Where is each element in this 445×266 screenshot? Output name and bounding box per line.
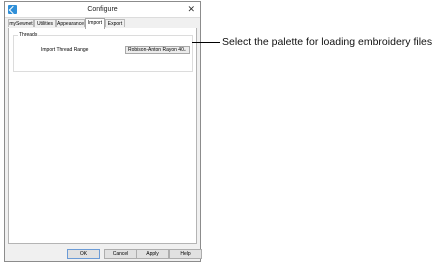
chevron-down-icon[interactable]: ⌄ — [183, 47, 187, 53]
tab-mysewnet[interactable]: mySewnet — [8, 19, 34, 27]
help-button[interactable]: Help — [169, 249, 202, 259]
threads-group: Threads Import Thread Range Robison-Anto… — [13, 32, 193, 72]
import-thread-range-value: Robison-Anton Rayon 40 — [128, 47, 184, 53]
window-title: Configure — [87, 6, 118, 13]
tab-import[interactable]: Import — [85, 18, 105, 29]
ok-button[interactable]: OK — [67, 249, 100, 259]
tab-utilities[interactable]: Utilities — [34, 19, 56, 27]
title-bar: Configure ✕ — [5, 2, 200, 18]
callout-text: Select the palette for loading embroider… — [222, 36, 433, 48]
import-thread-range-select[interactable]: Robison-Anton Rayon 40 ⌄ — [125, 46, 190, 54]
callout-leader-line — [192, 42, 220, 43]
tab-export[interactable]: Export — [105, 19, 125, 27]
import-thread-range-label: Import Thread Range — [41, 47, 89, 53]
threads-group-label: Threads — [18, 32, 39, 39]
dialog-buttons: OK Cancel Apply Help — [5, 245, 202, 261]
import-panel: Threads Import Thread Range Robison-Anto… — [8, 28, 197, 244]
cancel-button[interactable]: Cancel — [104, 249, 137, 259]
close-icon[interactable]: ✕ — [187, 4, 195, 14]
apply-button[interactable]: Apply — [136, 249, 169, 259]
configure-dialog: Configure ✕ mySewnet Utilities Appearanc… — [4, 1, 202, 262]
tab-appearance[interactable]: Appearance — [56, 19, 85, 27]
